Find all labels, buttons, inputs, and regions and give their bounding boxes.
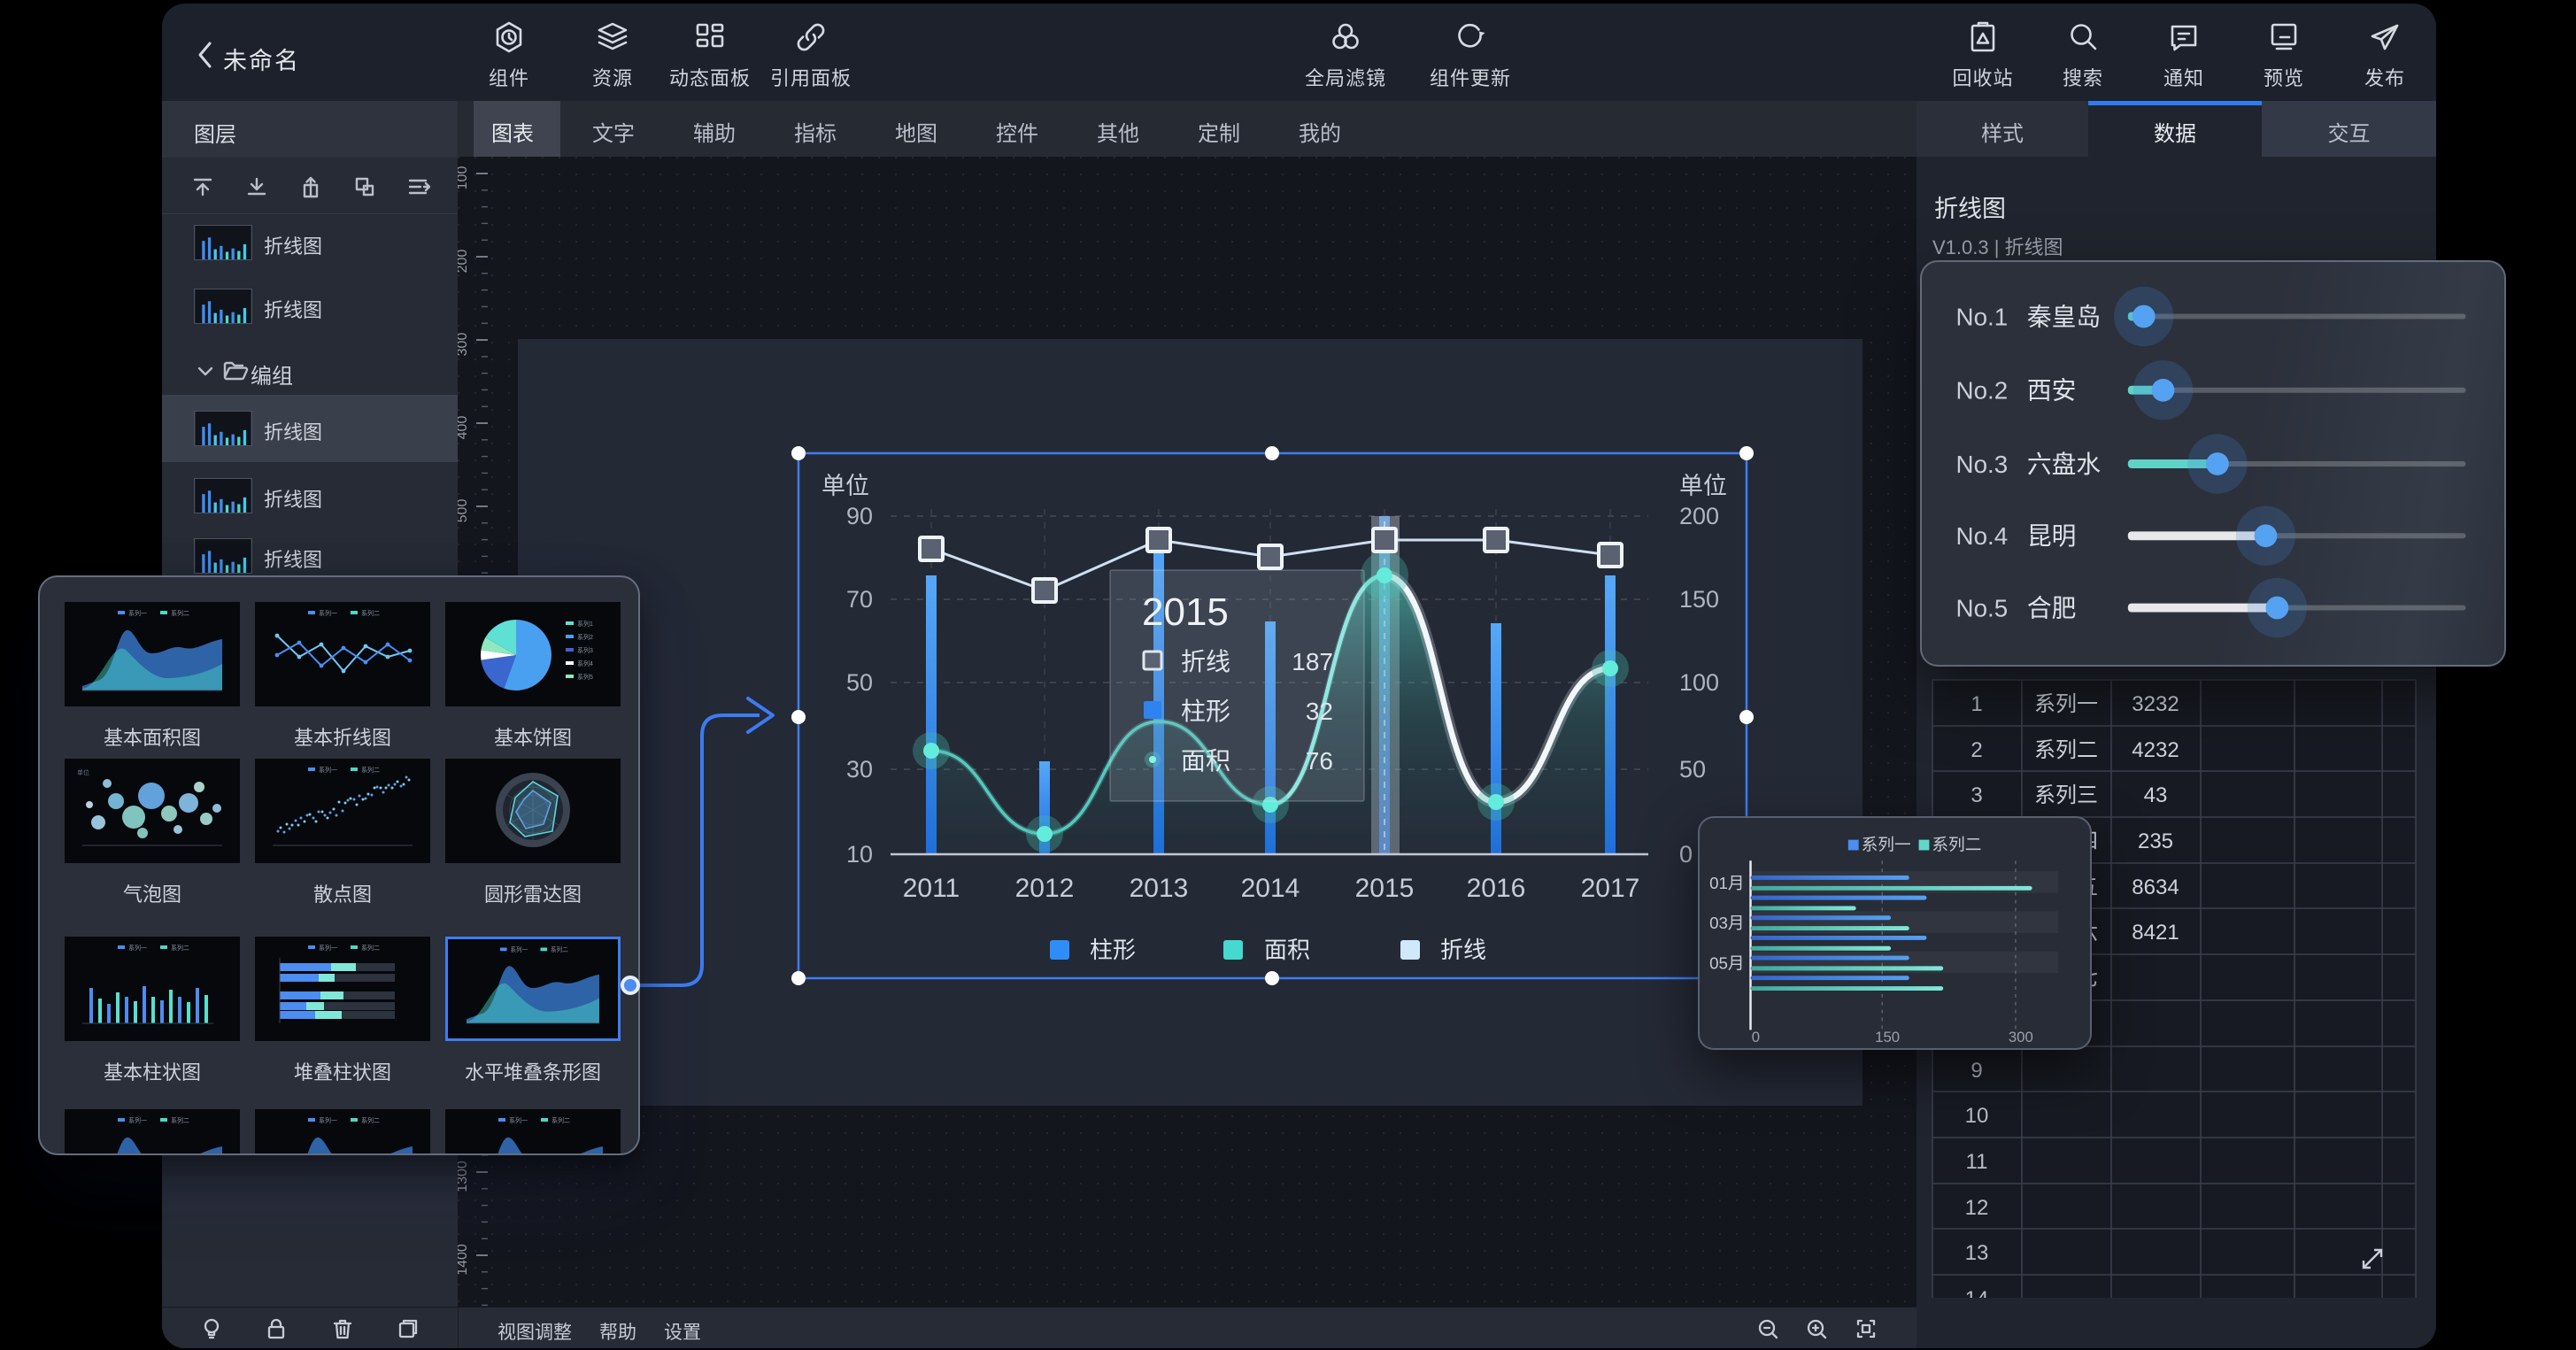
svg-text:面积: 面积 [1181, 742, 1230, 777]
svg-text:系列一: 系列一 [319, 944, 337, 953]
svg-text:系列二: 系列二 [1932, 831, 1981, 855]
svg-text:300: 300 [2009, 1025, 2033, 1046]
svg-text:150: 150 [1679, 580, 1719, 614]
svg-text:昆明: 昆明 [2027, 516, 2077, 552]
svg-text:系列1: 系列1 [577, 620, 593, 629]
svg-text:150: 150 [1875, 1025, 1900, 1046]
svg-text:2015: 2015 [1142, 580, 1229, 636]
svg-text:No.4: No.4 [1956, 516, 2009, 552]
svg-text:11: 11 [1966, 1144, 1988, 1175]
svg-text:系列一: 系列一 [319, 1116, 337, 1125]
svg-text:系列二: 系列二 [551, 945, 568, 953]
svg-text:9: 9 [1971, 1053, 1982, 1084]
svg-text:2013: 2013 [1130, 866, 1189, 905]
svg-text:秦皇岛: 秦皇岛 [2027, 297, 2101, 332]
svg-text:系列2: 系列2 [577, 633, 593, 642]
svg-text:系列一: 系列一 [509, 1116, 528, 1125]
svg-text:14: 14 [1965, 1281, 1989, 1298]
svg-text:50: 50 [846, 663, 873, 698]
svg-text:六盘水: 六盘水 [2027, 444, 2102, 480]
svg-text:3232: 3232 [2132, 686, 2179, 717]
svg-text:系列3: 系列3 [577, 646, 593, 655]
svg-text:单位: 单位 [77, 768, 89, 777]
svg-text:No.5: No.5 [1956, 588, 2009, 623]
svg-text:50: 50 [1679, 750, 1706, 784]
svg-text:系列一: 系列一 [319, 609, 337, 618]
svg-text:1: 1 [1971, 686, 1982, 717]
svg-text:系列一: 系列一 [319, 766, 337, 775]
svg-text:76: 76 [1306, 742, 1333, 777]
svg-text:系列一: 系列一 [128, 609, 147, 618]
svg-text:05月: 05月 [1709, 950, 1745, 974]
svg-text:系列二: 系列二 [171, 609, 189, 618]
svg-text:4232: 4232 [2132, 732, 2179, 763]
svg-text:30: 30 [846, 750, 873, 784]
svg-text:3: 3 [1971, 777, 1982, 808]
svg-text:系列三: 系列三 [2034, 777, 2098, 808]
svg-text:系列二: 系列二 [171, 944, 189, 953]
svg-text:系列二: 系列二 [171, 1116, 189, 1125]
svg-text:187: 187 [1292, 643, 1333, 678]
svg-text:43: 43 [2144, 777, 2168, 808]
svg-text:系列二: 系列二 [361, 766, 380, 775]
svg-text:2011: 2011 [903, 866, 960, 905]
svg-text:01月: 01月 [1709, 870, 1745, 894]
svg-text:70: 70 [846, 580, 873, 614]
svg-text:面积: 面积 [1264, 932, 1310, 965]
svg-text:系列二: 系列二 [551, 1116, 570, 1125]
svg-text:系列4: 系列4 [577, 660, 593, 668]
svg-text:系列二: 系列二 [361, 944, 380, 953]
svg-text:12: 12 [1965, 1190, 1989, 1221]
svg-text:0: 0 [1752, 1025, 1760, 1046]
svg-text:系列一: 系列一 [2034, 686, 2098, 717]
svg-text:系列二: 系列二 [2034, 732, 2098, 763]
svg-text:2: 2 [1971, 732, 1982, 763]
svg-text:No.1: No.1 [1956, 297, 2009, 332]
svg-text:系列5: 系列5 [577, 673, 593, 682]
svg-text:柱形: 柱形 [1090, 932, 1136, 965]
svg-text:235: 235 [2138, 823, 2173, 854]
svg-text:系列一: 系列一 [128, 1116, 147, 1125]
svg-text:No.3: No.3 [1956, 444, 2009, 480]
svg-text:90: 90 [846, 497, 873, 531]
svg-text:系列一: 系列一 [1862, 831, 1911, 855]
svg-text:10: 10 [846, 835, 873, 869]
svg-text:系列二: 系列二 [361, 1116, 380, 1125]
svg-text:200: 200 [1679, 497, 1719, 531]
svg-text:10: 10 [1965, 1098, 1989, 1129]
svg-text:8421: 8421 [2132, 914, 2179, 945]
svg-text:柱形: 柱形 [1181, 692, 1230, 728]
svg-text:折线: 折线 [1440, 932, 1486, 965]
svg-text:合肥: 合肥 [2027, 588, 2077, 623]
svg-text:100: 100 [1679, 663, 1719, 698]
svg-text:2015: 2015 [1355, 866, 1415, 905]
svg-text:系列一: 系列一 [128, 944, 147, 953]
svg-text:2016: 2016 [1467, 866, 1526, 905]
svg-text:0: 0 [1679, 835, 1693, 869]
svg-text:No.2: No.2 [1956, 371, 2009, 406]
svg-text:系列二: 系列二 [361, 609, 380, 618]
svg-text:系列一: 系列一 [510, 945, 528, 953]
svg-text:折线: 折线 [1181, 643, 1230, 678]
svg-text:03月: 03月 [1709, 910, 1745, 934]
svg-text:13: 13 [1965, 1235, 1989, 1266]
svg-text:2017: 2017 [1581, 866, 1640, 905]
svg-text:2014: 2014 [1241, 866, 1300, 905]
svg-text:西安: 西安 [2027, 371, 2077, 406]
svg-text:32: 32 [1306, 692, 1333, 728]
svg-text:8634: 8634 [2132, 869, 2179, 900]
svg-text:2012: 2012 [1015, 866, 1075, 905]
